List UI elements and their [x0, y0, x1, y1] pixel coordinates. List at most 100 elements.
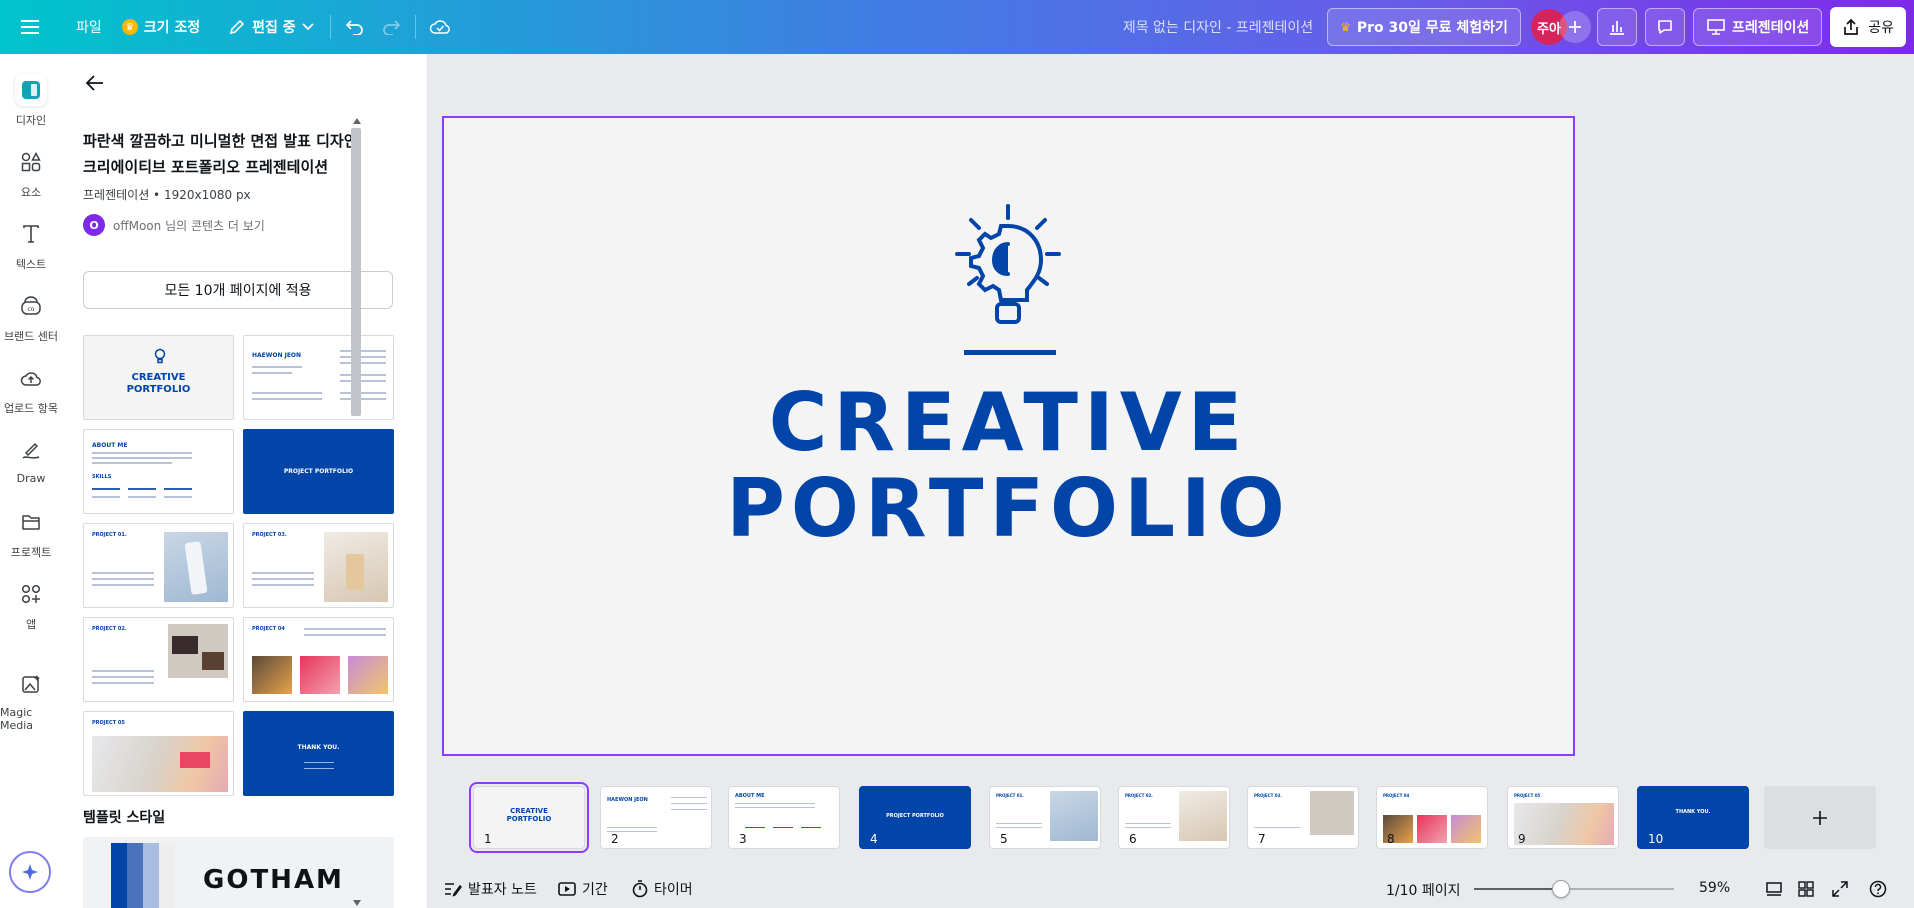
cloud-save-button[interactable]	[422, 9, 458, 45]
plus-icon	[1813, 810, 1827, 825]
draw-icon	[15, 434, 47, 466]
avatar-initials: 주아	[1536, 21, 1561, 37]
template-page-thumb-9[interactable]: PROJECT 05	[83, 711, 234, 796]
present-button[interactable]: 프레젠테이션	[1692, 8, 1823, 46]
file-menu[interactable]: 파일	[66, 9, 112, 45]
page-thumb-title: PROJECT 05	[1514, 793, 1541, 798]
rail-item-design[interactable]: 디자인	[0, 74, 62, 128]
rail-item-elements[interactable]: 요소	[0, 146, 62, 200]
rail-item-projects[interactable]: 프로젝트	[0, 506, 62, 560]
undo-button[interactable]	[337, 9, 373, 45]
page-indicator[interactable]: 1/10 페이지	[1386, 880, 1461, 900]
rail-item-brand[interactable]: co 브랜드 센터	[0, 290, 62, 344]
slide-canvas[interactable]: CREATIVE PORTFOLIO	[442, 116, 1575, 756]
help-icon	[1869, 880, 1887, 898]
template-page-thumb-5[interactable]: PROJECT 01.	[83, 523, 234, 608]
template-title: 파란색 깔끔하고 미니멀한 면접 발표 디자인 크리에이티브 포트폴리오 프레젠…	[83, 128, 383, 180]
thumb-title: PROJECT 02.	[92, 626, 127, 632]
fullscreen-button[interactable]	[1822, 871, 1858, 907]
pro-trial-label: Pro 30일 무료 체험하기	[1356, 20, 1508, 36]
page-thumb-title: PROJECT 04	[1383, 793, 1410, 798]
magic-media-icon	[15, 668, 47, 700]
template-page-thumb-2[interactable]: HAEWON JEON	[243, 335, 394, 420]
crown-icon: ♛	[121, 19, 138, 35]
thumb-title: THANK YOU.	[297, 744, 340, 751]
invite-button[interactable]	[1558, 11, 1591, 43]
rail-item-text[interactable]: 텍스트	[0, 218, 62, 272]
duration-button[interactable]: 기간	[558, 879, 608, 899]
page-thumb-8[interactable]: PROJECT 04 8	[1376, 786, 1488, 849]
arrow-left-icon	[86, 75, 103, 91]
rail-item-apps[interactable]: 앱	[0, 578, 62, 632]
slide-title-line2[interactable]: PORTFOLIO	[444, 462, 1573, 555]
page-thumb-photo	[1050, 791, 1098, 841]
file-label: 파일	[76, 20, 102, 36]
rail-item-magic-media[interactable]: Magic Media	[0, 668, 62, 732]
page-thumb-2[interactable]: HAEWON JEON 2	[600, 786, 712, 849]
thumb-title: HAEWON JEON	[252, 352, 302, 359]
thumb-title: PROJECT 05	[92, 720, 125, 726]
author-link[interactable]: O offMoon 님의 콘텐츠 더 보기	[83, 214, 265, 236]
zoom-slider-handle[interactable]	[1552, 880, 1570, 898]
lightbulb-icon	[154, 348, 166, 364]
page-thumb-4[interactable]: PROJECT PORTFOLIO 4	[859, 786, 971, 849]
template-page-thumb-7[interactable]: PROJECT 02.	[83, 617, 234, 702]
zoom-level[interactable]: 59%	[1699, 880, 1730, 896]
page-thumb-title: PROJECT 01.	[996, 793, 1024, 798]
add-page-button[interactable]	[1764, 786, 1876, 849]
speaker-notes-button[interactable]: 발표자 노트	[444, 879, 537, 899]
comments-button[interactable]	[1644, 8, 1685, 46]
page-thumb-7[interactable]: PROJECT 03. 7	[1247, 786, 1359, 849]
rail-label: 브랜드 센터	[3, 330, 59, 343]
template-page-thumb-10[interactable]: THANK YOU.	[243, 711, 394, 796]
left-rail: 디자인 요소 텍스트 co 브랜드 센터 업로드 항목 Draw 프로젝트 앱 …	[0, 54, 62, 908]
rail-label: Draw	[16, 472, 46, 485]
template-page-thumb-8[interactable]: PROJECT 04	[243, 617, 394, 702]
grid-layout-button[interactable]	[1788, 871, 1824, 907]
pro-trial-button[interactable]: ♛ Pro 30일 무료 체험하기	[1327, 8, 1521, 46]
template-page-thumb-3[interactable]: ABOUT ME SKILLS	[83, 429, 234, 514]
page-thumb-9[interactable]: PROJECT 05 9	[1507, 786, 1619, 849]
editing-mode-dropdown[interactable]: 편집 중	[218, 9, 324, 45]
author-avatar: O	[83, 214, 105, 236]
resize-button[interactable]: ♛ 크기 조정	[112, 9, 210, 45]
template-page-thumb-4[interactable]: PROJECT PORTFOLIO	[243, 429, 394, 514]
rail-item-uploads[interactable]: 업로드 항목	[0, 362, 62, 416]
presentation-icon	[1707, 19, 1725, 35]
template-page-thumb-6[interactable]: PROJECT 03.	[243, 523, 394, 608]
page-number: 6	[1129, 832, 1137, 846]
menu-icon[interactable]	[12, 9, 48, 45]
page-thumb-10[interactable]: THANK YOU. 10	[1637, 786, 1749, 849]
grid-view-toggle[interactable]	[1756, 871, 1792, 907]
page-thumb-3[interactable]: ABOUT ME 3	[728, 786, 840, 849]
page-filmstrip: CREATIVE PORTFOLIO 1 HAEWON JEON 2 ABOUT …	[428, 780, 1914, 853]
analytics-button[interactable]	[1596, 8, 1637, 46]
apply-all-pages-button[interactable]: 모든 10개 페이지에 적용	[83, 271, 393, 309]
share-button[interactable]: 공유	[1830, 7, 1906, 47]
thumb-title: PROJECT 04	[252, 626, 285, 632]
color-swatch	[127, 843, 143, 908]
rail-label: 요소	[20, 186, 42, 199]
page-thumb-6[interactable]: PROJECT 02. 6	[1118, 786, 1230, 849]
template-page-thumb-1[interactable]: CREATIVE PORTFOLIO	[83, 335, 234, 420]
font-style-card[interactable]: GOTHAM	[83, 837, 394, 908]
top-toolbar: 파일 ♛ 크기 조정 편집 중 제목 없는 디자인 - 프레젠테이션 ♛ Pro…	[0, 0, 1914, 54]
back-button[interactable]	[80, 68, 110, 98]
slide-title-line1[interactable]: CREATIVE	[444, 376, 1573, 469]
scroll-down-arrow-icon	[353, 900, 361, 906]
panel-scroll-thumb[interactable]	[351, 128, 361, 416]
thumb-title: PROJECT 03.	[252, 532, 287, 538]
page-thumb-5[interactable]: PROJECT 01. 5	[989, 786, 1101, 849]
document-title[interactable]: 제목 없는 디자인 - 프레젠테이션	[1123, 17, 1313, 37]
redo-button[interactable]	[373, 9, 409, 45]
rail-item-draw[interactable]: Draw	[0, 434, 62, 485]
page-thumb-1[interactable]: CREATIVE PORTFOLIO 1	[469, 782, 589, 853]
chevron-down-icon	[302, 23, 314, 31]
magic-assistant-button[interactable]	[9, 851, 51, 893]
timer-icon	[632, 880, 648, 898]
timer-button[interactable]: 타이머	[632, 879, 693, 899]
thumb-title: PROJECT 01.	[92, 532, 127, 538]
folder-icon	[15, 506, 47, 538]
help-button[interactable]	[1860, 871, 1896, 907]
template-style-heading: 템플릿 스타일	[83, 810, 166, 826]
